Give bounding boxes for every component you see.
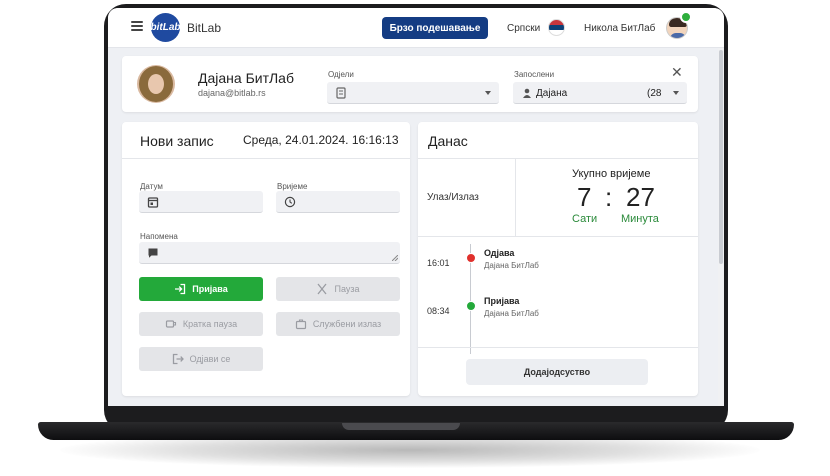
laptop-mockup: bitLab BitLab Брзо подешавање Српски Ник… [0,0,830,476]
cutlery-icon [317,283,327,295]
hamburger-menu-icon[interactable] [131,21,143,31]
today-divider [418,158,698,159]
logout-icon [172,353,184,365]
total-minutes: 27 [626,182,655,212]
top-bar: bitLab BitLab Брзо подешавање Српски Ник… [108,8,724,48]
current-user-name[interactable]: Никола БитЛаб [584,23,655,34]
entry-divider [122,158,410,159]
total-hours: 7 [577,182,592,212]
note-textarea[interactable] [139,242,400,264]
note-label: Напомена [140,232,178,241]
employees-value: Дајана [536,88,568,99]
clock-icon [284,196,296,208]
resize-handle-icon[interactable] [392,255,398,261]
hours-unit: Сати [572,213,598,225]
serbia-flag-icon[interactable] [548,19,565,36]
date-label: Датум [140,182,163,191]
business-exit-label: Службени излаз [312,319,382,329]
time-label: Вријеме [277,182,308,191]
chevron-down-icon [485,91,491,95]
business-exit-button[interactable]: Службени излаз [276,312,400,336]
check-in-status-dot [466,301,476,311]
timeline-bottom-divider [418,347,698,348]
employee-avatar [137,65,175,103]
login-icon [175,283,186,295]
check-out-status-dot [466,253,476,263]
current-datetime: Среда, 24.01.2024. 16:16:13 [243,133,399,147]
close-icon[interactable]: ✕ [671,65,683,79]
event-time: 16:01 [427,258,450,268]
departments-select[interactable] [327,82,499,104]
check-in-label: Пријава [192,284,228,294]
employee-name: Дајана БитЛаб [198,70,294,86]
employees-select[interactable]: Дајана (28 [513,82,687,104]
language-selector[interactable]: Српски [507,23,540,34]
today-title: Данас [428,133,468,149]
brand-name: BitLab [187,21,222,35]
event-user: Дајана БитЛаб [484,261,539,270]
briefcase-icon [295,319,306,330]
online-status-indicator [680,11,692,23]
pause-label: Пауза [334,284,360,294]
scrollbar-thumb[interactable] [719,50,723,264]
time-separator: : [605,182,613,212]
event-title: Пријава [484,296,520,306]
event-time: 08:34 [427,306,450,316]
employees-count: (28 [647,88,662,99]
time-input[interactable] [276,191,400,213]
today-card [418,122,698,396]
departments-label: Одјели [328,70,354,79]
employee-email: dajana@bitlab.rs [198,88,266,98]
check-in-button[interactable]: Пријава [139,277,263,301]
total-time-label: Укупно вријеме [572,168,651,180]
today-vertical-divider [515,158,516,236]
check-out-button[interactable]: Одјави се [139,347,263,371]
building-icon [336,87,346,99]
new-entry-title: Нови запис [140,133,214,149]
calendar-icon [147,197,159,208]
employees-label: Запослени [514,70,555,79]
app-logo[interactable]: bitLab [151,13,181,42]
add-absence-button[interactable]: Додајодсуство [466,359,648,385]
quick-setup-button[interactable]: Брзо подешавање [382,17,488,39]
timeline-top-divider [418,236,698,237]
event-title: Одјава [484,248,515,258]
in-out-label: Улаз/Излаз [427,192,479,203]
short-pause-button[interactable]: Кратка пауза [139,312,263,336]
event-user: Дајана БитЛаб [484,309,539,318]
comment-icon [148,248,158,258]
minutes-unit: Минута [621,213,659,225]
coffee-cup-icon [165,320,176,328]
person-icon [523,88,531,98]
date-input[interactable] [139,191,263,213]
check-out-label: Одјави се [189,354,231,364]
page-scrollbar[interactable] [718,48,724,406]
short-pause-label: Кратка пауза [182,319,238,329]
chevron-down-icon [673,91,679,95]
laptop-notch [342,423,460,430]
app-screen: bitLab BitLab Брзо подешавање Српски Ник… [108,8,724,406]
pause-button[interactable]: Пауза [276,277,400,301]
